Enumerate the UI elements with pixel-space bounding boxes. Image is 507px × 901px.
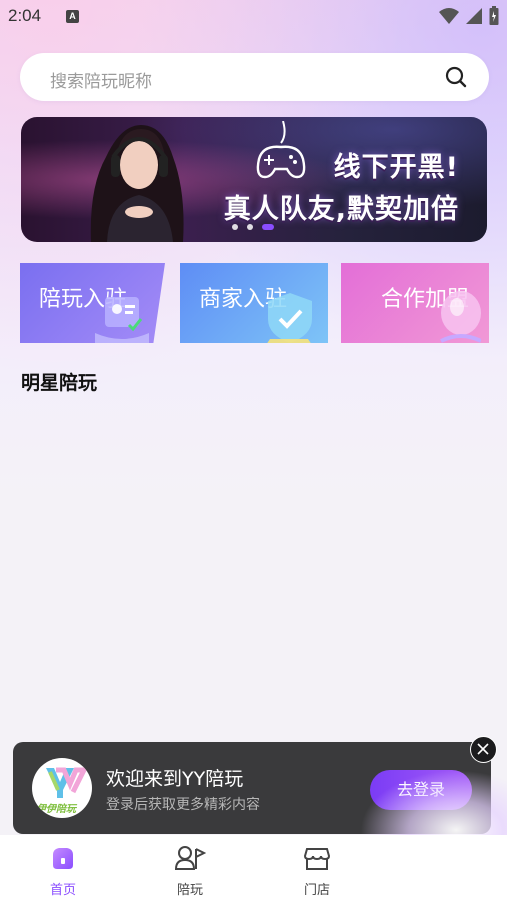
status-time: 2:04 xyxy=(8,6,42,25)
promo-banner[interactable]: 线下开黑! 真人队友,默契加倍 xyxy=(21,117,487,242)
bottom-nav: 首页 陪玩 门店 xyxy=(0,835,507,901)
banner-dot-active[interactable] xyxy=(262,224,274,230)
shield-check-icon xyxy=(267,293,312,343)
banner-dot[interactable] xyxy=(232,224,238,230)
nav-home[interactable]: 首页 xyxy=(28,845,98,898)
toast-subtitle: 登录后获取更多精彩内容 xyxy=(106,797,260,813)
section-title: 明星陪玩 xyxy=(21,372,98,394)
banner-headline: 线下开黑! xyxy=(333,152,459,183)
banner-gamer-girl-image xyxy=(90,125,184,242)
search-bar[interactable]: 搜索陪玩昵称 xyxy=(20,53,489,101)
close-toast-button[interactable] xyxy=(470,736,497,763)
banner-dot[interactable] xyxy=(247,224,253,230)
nav-home-label: 首页 xyxy=(49,883,76,898)
id-card-icon xyxy=(95,297,149,343)
nav-companion[interactable]: 陪玩 xyxy=(155,845,225,898)
wifi-icon xyxy=(439,8,459,24)
companion-icon xyxy=(174,846,207,870)
search-icon[interactable] xyxy=(445,66,467,88)
toast-title: 欢迎来到YY陪玩 xyxy=(106,768,244,790)
logo-wordmark: 伊伊陪玩 xyxy=(36,804,76,815)
status-icons xyxy=(439,6,499,26)
battery-icon xyxy=(489,6,499,25)
signal-icon xyxy=(466,8,482,24)
login-prompt-toast[interactable]: 伊伊陪玩 欢迎来到YY陪玩 登录后获取更多精彩内容 去登录 xyxy=(13,742,491,834)
app-logo: 伊伊陪玩 xyxy=(32,758,92,818)
store-icon xyxy=(303,848,331,870)
banner-subheadline: 真人队友,默契加倍 xyxy=(223,194,459,225)
companion-join-card[interactable]: 陪玩入驻 xyxy=(20,263,165,343)
nav-companion-label: 陪玩 xyxy=(176,883,203,898)
balloon-icon xyxy=(440,291,481,343)
nav-store-label: 门店 xyxy=(303,883,330,898)
merchant-join-card[interactable]: 商家入驻 xyxy=(180,263,328,343)
gamepad-icon xyxy=(256,121,306,179)
partnership-card[interactable]: 合作加盟 xyxy=(341,263,489,343)
status-bar: 2:04 A xyxy=(0,0,507,34)
home-icon xyxy=(53,848,73,869)
search-input[interactable]: 搜索陪玩昵称 xyxy=(50,67,152,92)
login-button[interactable]: 去登录 xyxy=(370,770,472,810)
close-icon[interactable] xyxy=(471,737,495,761)
notification-badge: A xyxy=(66,10,79,23)
nav-store[interactable]: 门店 xyxy=(282,845,352,898)
banner-pagination xyxy=(232,224,274,230)
